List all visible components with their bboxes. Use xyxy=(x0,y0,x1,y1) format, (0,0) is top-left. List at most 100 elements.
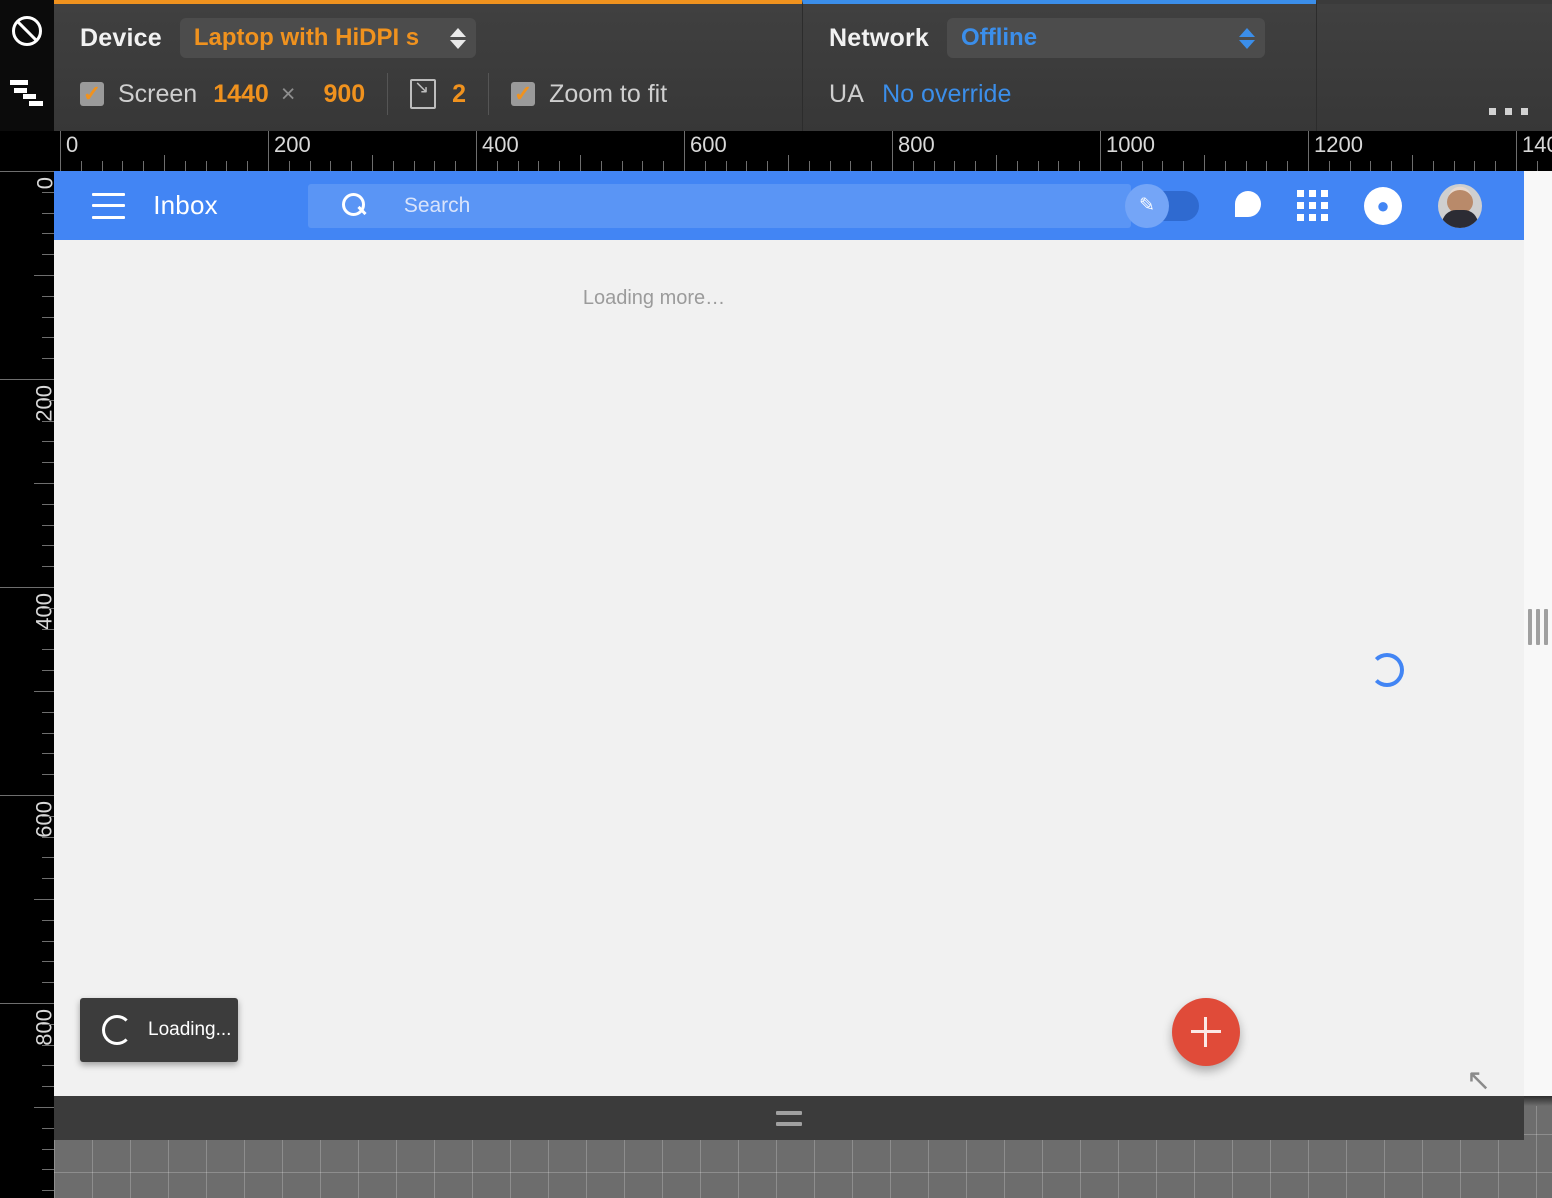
ruler-tick xyxy=(143,161,144,171)
ruler-tick xyxy=(0,171,54,172)
ruler-label: 1200 xyxy=(1314,132,1363,157)
ruler-tick xyxy=(1204,155,1205,171)
device-viewport: Inbox Search ✎ ● Loading more… Loading..… xyxy=(54,171,1524,1096)
more-options-icon[interactable] xyxy=(1489,108,1528,115)
ruler-tick xyxy=(871,161,872,171)
ruler-tick xyxy=(1121,161,1122,171)
ruler-tick xyxy=(663,161,664,171)
device-settings-panel: Device Laptop with HiDPI s ✓ Screen 1440… xyxy=(54,0,802,131)
screen-width-input[interactable]: 1440 xyxy=(213,80,269,109)
ruler-tick xyxy=(1391,161,1392,171)
ruler-tick xyxy=(393,161,394,171)
devtools-device-mode-screen: Device Laptop with HiDPI s ✓ Screen 1440… xyxy=(0,0,1552,1198)
ruler-tick xyxy=(164,155,165,171)
ruler-tick xyxy=(538,161,539,171)
ruler-tick xyxy=(42,192,54,193)
ruler-tick xyxy=(42,233,54,234)
user-avatar[interactable] xyxy=(1438,183,1482,228)
device-stage: Inbox Search ✎ ● Loading more… Loading..… xyxy=(54,171,1552,1198)
ruler-tick xyxy=(705,161,706,171)
ruler-label: 800 xyxy=(898,132,935,157)
ruler-tick xyxy=(42,296,54,297)
ruler-tick xyxy=(42,941,54,942)
ruler-tick xyxy=(42,462,54,463)
apps-grid-icon[interactable] xyxy=(1297,190,1328,221)
vertical-ruler: 0 200 400 600 800 xyxy=(0,131,54,1198)
device-pixel-ratio-input[interactable]: 2 xyxy=(452,80,466,109)
ruler-tick xyxy=(42,317,54,318)
ruler-tick xyxy=(1308,131,1309,171)
add-compose-icon[interactable] xyxy=(1172,998,1240,1066)
divider xyxy=(488,73,490,115)
ruler-tick xyxy=(42,670,54,671)
notifications-bell-icon[interactable]: ● xyxy=(1364,186,1402,225)
ruler-tick xyxy=(726,161,727,171)
horizontal-ruler: 0 200 400 600 800 1000 1200 1400 xyxy=(54,131,1552,171)
ruler-tick xyxy=(34,275,54,276)
ruler-tick xyxy=(1142,161,1143,171)
pin-toggle[interactable]: ✎ xyxy=(1125,183,1199,228)
ruler-tick xyxy=(1454,161,1455,171)
ruler-tick xyxy=(42,400,54,401)
ruler-tick xyxy=(42,1065,54,1066)
snackbar-spinner xyxy=(102,1015,132,1045)
ruler-tick xyxy=(42,837,54,838)
ruler-tick xyxy=(1329,161,1330,171)
ruler-tick xyxy=(34,899,54,900)
ruler-tick xyxy=(809,161,810,171)
ruler-tick xyxy=(1225,161,1226,171)
ruler-tick xyxy=(580,155,581,171)
ruler-label: 0 xyxy=(32,177,54,189)
ruler-label: 400 xyxy=(482,132,519,157)
ruler-tick xyxy=(42,629,54,630)
ruler-tick xyxy=(226,161,227,171)
device-label: Device xyxy=(80,23,162,52)
divider xyxy=(387,73,389,115)
resize-viewport-width-handle[interactable] xyxy=(1524,603,1552,651)
ruler-label: 600 xyxy=(32,801,54,838)
ruler-tick xyxy=(310,161,311,171)
zoom-to-fit-checkbox[interactable]: ✓ xyxy=(511,82,536,106)
search-input[interactable]: Search xyxy=(307,183,1131,228)
network-condition-select[interactable]: Offline xyxy=(947,18,1266,58)
device-pixel-ratio-icon xyxy=(410,77,437,109)
ruler-tick xyxy=(42,441,54,442)
ruler-tick xyxy=(351,161,352,171)
ruler-tick xyxy=(1412,155,1413,171)
hangouts-icon[interactable] xyxy=(1235,190,1261,221)
ruler-tick xyxy=(42,504,54,505)
ruler-tick xyxy=(330,161,331,171)
dimension-separator: × xyxy=(280,79,296,108)
ruler-tick xyxy=(42,857,54,858)
ruler-tick xyxy=(0,587,54,588)
device-viewport-frame: Inbox Search ✎ ● Loading more… Loading..… xyxy=(54,171,1524,1096)
ruler-tick xyxy=(34,691,54,692)
ruler-tick xyxy=(42,649,54,650)
ruler-tick xyxy=(42,421,54,422)
zoom-to-fit-label: Zoom to fit xyxy=(549,79,668,108)
screen-height-input[interactable]: 900 xyxy=(323,80,365,109)
ruler-tick xyxy=(42,1149,54,1150)
ruler-tick xyxy=(206,161,207,171)
resize-handle-icon[interactable]: ↖ xyxy=(1466,1063,1491,1096)
block-requests-icon[interactable] xyxy=(0,0,54,62)
user-agent-label: UA xyxy=(829,79,865,108)
ruler-tick xyxy=(42,712,54,713)
user-agent-value[interactable]: No override xyxy=(882,80,1011,109)
ruler-tick xyxy=(268,131,269,171)
hamburger-menu-icon[interactable] xyxy=(92,192,126,219)
network-throttling-icon[interactable] xyxy=(0,62,54,124)
ruler-tick xyxy=(247,161,248,171)
ruler-tick xyxy=(1079,161,1080,171)
ruler-tick xyxy=(975,161,976,171)
ruler-tick xyxy=(60,131,61,171)
ruler-label: 1000 xyxy=(1106,132,1155,157)
app-title: Inbox xyxy=(153,190,218,220)
device-select[interactable]: Laptop with HiDPI s xyxy=(179,18,476,58)
ruler-tick xyxy=(42,774,54,775)
ruler-tick xyxy=(934,161,935,171)
resize-viewport-height-handle[interactable] xyxy=(54,1096,1524,1140)
ruler-tick xyxy=(1266,161,1267,171)
screen-checkbox[interactable]: ✓ xyxy=(80,82,104,106)
ruler-tick xyxy=(185,161,186,171)
